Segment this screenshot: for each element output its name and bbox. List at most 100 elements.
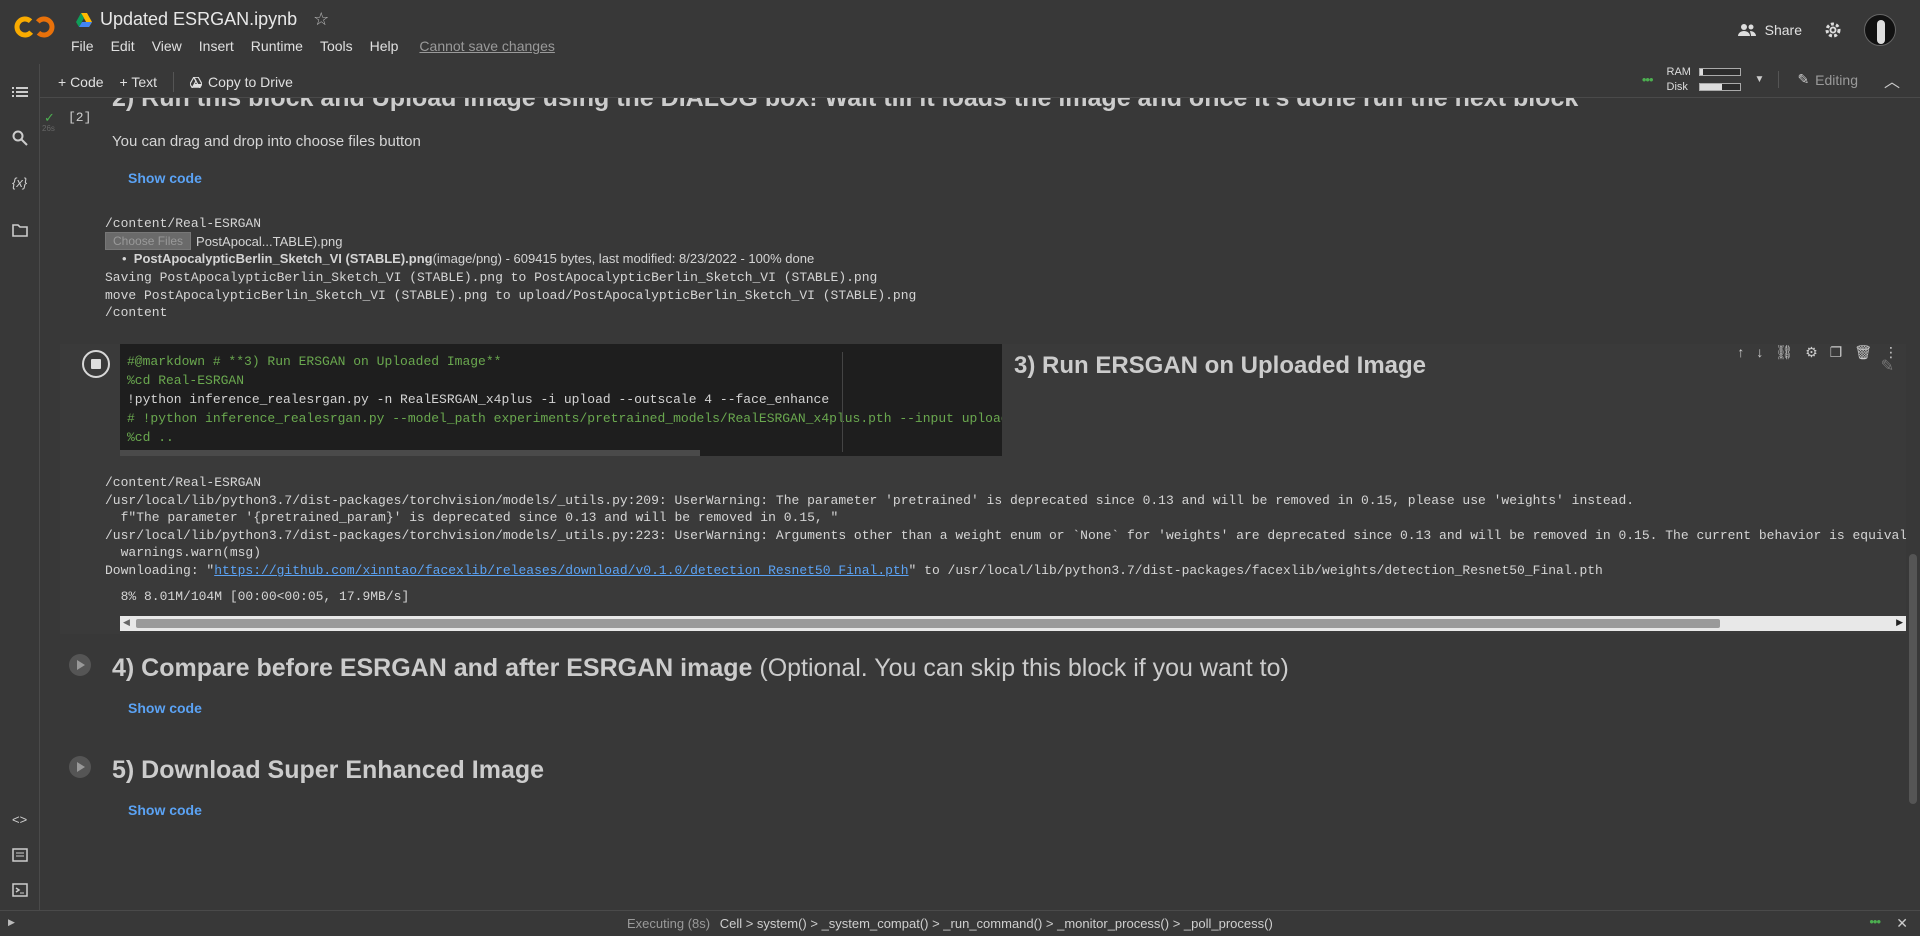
- output-horizontal-scrollbar[interactable]: ◀ ▶: [120, 616, 1906, 631]
- cell-settings-icon[interactable]: ⚙: [1805, 344, 1818, 361]
- people-icon: [1737, 24, 1756, 36]
- choose-files-button[interactable]: Choose Files: [105, 232, 192, 250]
- cannot-save-warning[interactable]: Cannot save changes: [419, 38, 554, 54]
- notebook-content: ✓ [2] 26s 2) Run this block and Upload i…: [40, 98, 1906, 910]
- file-upload-widget: Choose Files PostApocal...TABLE).png: [105, 232, 342, 250]
- vertical-scrollbar-thumb[interactable]: [1909, 554, 1917, 804]
- scroll-left-icon[interactable]: ◀: [123, 617, 130, 628]
- command-palette-icon[interactable]: [12, 847, 28, 863]
- code-line: # !python inference_realesrgan.py --mode…: [127, 411, 1002, 426]
- mirror-cell-icon[interactable]: ❐: [1830, 344, 1843, 361]
- code-line: !python inference_realesrgan.py -n RealE…: [127, 392, 830, 407]
- cell3-output-line: /content/Real-ESRGAN: [105, 475, 262, 490]
- execution-status[interactable]: Executing (8s) Cell > system() > _system…: [627, 916, 1273, 931]
- cell5-run-button[interactable]: [69, 756, 91, 778]
- pencil-icon: ✎: [1797, 71, 1810, 87]
- collapse-header-icon[interactable]: ︿: [1884, 68, 1900, 92]
- cell2-output-line: /content/Real-ESRGAN: [105, 216, 262, 231]
- colab-logo-icon[interactable]: [14, 13, 56, 41]
- menu-file[interactable]: File: [71, 38, 94, 54]
- menu-runtime[interactable]: Runtime: [251, 38, 303, 54]
- menu-help[interactable]: Help: [370, 38, 399, 54]
- execution-time: 26s: [42, 124, 55, 133]
- variables-icon[interactable]: {x}: [12, 175, 28, 191]
- cell4-show-code-link[interactable]: Show code: [128, 700, 202, 716]
- share-label: Share: [1764, 22, 1802, 38]
- status-bar: ▶ Executing (8s) Cell > system() > _syst…: [0, 910, 1920, 936]
- files-folder-icon[interactable]: [12, 222, 28, 238]
- cell2-heading: 2) Run this block and Upload image using…: [112, 98, 1579, 112]
- settings-gear-icon[interactable]: [1824, 21, 1842, 39]
- cell2-description: You can drag and drop into choose files …: [112, 133, 421, 150]
- connected-check-icon: •••: [1641, 72, 1654, 87]
- menu-tools[interactable]: Tools: [320, 38, 353, 54]
- google-drive-icon: [76, 12, 92, 27]
- star-icon[interactable]: ☆: [313, 9, 329, 30]
- cell3-output-line: warnings.warn(msg): [105, 545, 262, 560]
- code-editor[interactable]: #@markdown # **3) Run ERSGAN on Uploaded…: [120, 344, 1002, 456]
- add-text-button[interactable]: + Text: [120, 74, 158, 90]
- menu-edit[interactable]: Edit: [111, 38, 135, 54]
- code-magic: %cd Real-ESRGAN: [127, 373, 245, 388]
- code-ruler: [842, 352, 843, 452]
- cell2-output-line: /content: [105, 305, 168, 320]
- link-icon[interactable]: ⛓: [1775, 344, 1793, 361]
- move-down-icon[interactable]: ↓: [1756, 344, 1763, 361]
- copy-to-drive-button[interactable]: Copy to Drive: [190, 74, 293, 90]
- notebook-vertical-scrollbar[interactable]: [1906, 98, 1920, 910]
- move-up-icon[interactable]: ↑: [1737, 344, 1744, 361]
- scrollbar-thumb[interactable]: [136, 619, 1720, 628]
- stop-execution-button[interactable]: [82, 350, 110, 378]
- notebook-name[interactable]: Updated ESRGAN.ipynb: [100, 9, 297, 30]
- close-status-icon[interactable]: ✕: [1896, 915, 1908, 932]
- editing-label: Editing: [1815, 71, 1858, 88]
- resource-monitor[interactable]: RAM Disk: [1667, 66, 1741, 93]
- cell4-heading: 4) Compare before ESRGAN and after ESRGA…: [112, 654, 1289, 683]
- add-code-button[interactable]: + Code: [58, 74, 104, 90]
- share-button[interactable]: Share: [1737, 22, 1802, 38]
- download-progress: 8% 8.01M/104M [00:00<00:05, 17.9MB/s]: [105, 589, 410, 604]
- ram-label: RAM: [1666, 66, 1691, 78]
- header-actions: Share: [1737, 14, 1896, 46]
- code-line: %cd Real-ESRGAN: [127, 373, 244, 388]
- scroll-right-icon[interactable]: ▶: [1896, 617, 1903, 628]
- copy-to-drive-label: Copy to Drive: [208, 74, 293, 90]
- download-suffix: " to /usr/local/lib/python3.7/dist-packa…: [908, 563, 1603, 578]
- table-of-contents-icon[interactable]: [12, 84, 28, 100]
- code-scrollbar[interactable]: [120, 450, 700, 456]
- left-sidebar: {x} <>: [0, 64, 40, 910]
- cell-toolbar: ↑ ↓ ⛓ ⚙ ❐ 🗑 ⋮: [1737, 344, 1898, 361]
- cell3-code-cell: #@markdown # **3) Run ERSGAN on Uploaded…: [60, 344, 1906, 634]
- notebook-title: Updated ESRGAN.ipynb ☆: [76, 9, 329, 30]
- header: Updated ESRGAN.ipynb ☆ File Edit View In…: [0, 0, 1920, 64]
- disk-bar: [1698, 83, 1741, 91]
- resources-dropdown-icon[interactable]: ▼: [1755, 74, 1765, 85]
- delete-cell-icon[interactable]: 🗑: [1854, 344, 1872, 361]
- bullet: •: [122, 251, 134, 266]
- status-dots-icon: •••: [1869, 914, 1881, 929]
- cell3-output-line: /usr/local/lib/python3.7/dist-packages/t…: [105, 493, 1635, 508]
- search-icon[interactable]: [12, 130, 28, 146]
- execution-count: [2]: [68, 110, 92, 125]
- toolbar-divider: [173, 72, 175, 92]
- cell5-show-code-link[interactable]: Show code: [128, 802, 202, 818]
- download-prefix: Downloading: ": [105, 563, 215, 578]
- menu-view[interactable]: View: [152, 38, 182, 54]
- cell5-heading: 5) Download Super Enhanced Image: [112, 756, 545, 784]
- executing-label: Executing (8s): [627, 916, 711, 931]
- cell4-run-button[interactable]: [69, 654, 91, 676]
- terminal-icon[interactable]: [12, 882, 28, 898]
- menu-bar: File Edit View Insert Runtime Tools Help…: [71, 38, 572, 54]
- user-avatar[interactable]: [1864, 14, 1896, 46]
- menu-insert[interactable]: Insert: [199, 38, 234, 54]
- editing-mode-button[interactable]: ✎ Editing: [1778, 71, 1858, 88]
- download-url-link[interactable]: https://github.com/xinntao/facexlib/rele…: [214, 563, 908, 578]
- code-snippets-icon[interactable]: <>: [12, 812, 28, 828]
- cell3-download-line: Downloading: "https://github.com/xinntao…: [105, 562, 1603, 580]
- edit-form-pencil-icon[interactable]: ✎: [1881, 356, 1894, 376]
- expand-status-icon[interactable]: ▶: [8, 917, 15, 928]
- uploaded-file-info: (image/png) - 609415 bytes, last modifie…: [432, 251, 815, 266]
- code-line: #@markdown # **3) Run ERSGAN on Uploaded…: [127, 354, 502, 369]
- cell3-output-line: /usr/local/lib/python3.7/dist-packages/t…: [105, 528, 1906, 543]
- cell2-show-code-link[interactable]: Show code: [128, 170, 202, 186]
